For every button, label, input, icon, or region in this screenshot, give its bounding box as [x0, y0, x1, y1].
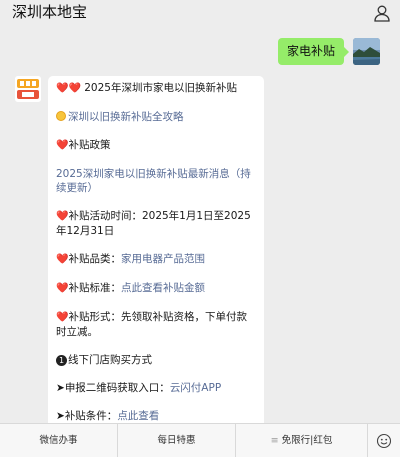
conditions-link[interactable]: 点此查看	[117, 410, 159, 422]
message-line: ❤️补贴标准：点此查看补贴金额	[56, 281, 256, 296]
latest-news-link[interactable]: 2025深圳家电以旧换新补贴最新消息（持续更新）	[56, 168, 251, 194]
menu-tab-no-restriction[interactable]: ≡ 免限行|红包	[236, 424, 368, 457]
heart-icon: ❤️	[56, 211, 69, 222]
user-message-bubble[interactable]: 家电补贴	[277, 38, 350, 65]
message-line: ➤补贴条件：点此查看	[56, 409, 256, 423]
arrow-icon: ➤	[56, 382, 65, 394]
heart-icon: ❤️❤️	[56, 83, 81, 94]
message-text: 申报二维码获取入口：	[64, 382, 170, 394]
message-line: 1 线下门店购买方式	[56, 353, 256, 367]
product-range-link[interactable]: 家用电器产品范围	[121, 253, 205, 265]
message-text: 线下门店购买方式	[68, 354, 152, 366]
message-line: ❤️补贴品类：家用电器产品范围	[56, 252, 256, 267]
heart-icon: ❤️	[56, 283, 69, 294]
message-line: ❤️❤️ 2025年深圳市家电以旧换新补贴	[56, 81, 256, 96]
user-message-text: 家电补贴	[286, 44, 335, 58]
user-message-row: 家电补贴	[277, 38, 380, 65]
message-line: ❤️补贴活动时间：2025年1月1日至2025年12月31日	[56, 209, 256, 238]
submenu-icon: ≡	[270, 435, 279, 446]
message-text: 补贴条件：	[64, 410, 118, 422]
message-text: 补贴品类：	[68, 253, 121, 265]
bottom-menu: 微信办事 每日特惠 ≡ 免限行|红包	[0, 423, 400, 457]
message-text: 补贴政策	[68, 139, 111, 151]
menu-tab-daily-deals[interactable]: 每日特惠	[118, 424, 236, 457]
message-line: ❤️补贴形式：先领取补贴资格，下单付款时立减。	[56, 310, 256, 339]
message-text: 补贴活动时间：2025年1月1日至2025年12月31日	[56, 210, 251, 237]
subsidy-amount-link[interactable]: 点此查看补贴金额	[121, 282, 205, 294]
menu-tab-label: 微信办事	[39, 435, 78, 446]
heart-icon: ❤️	[56, 254, 69, 265]
menu-tab-label: 每日特惠	[157, 435, 196, 446]
unionpay-app-link[interactable]: 云闪付APP	[170, 382, 221, 394]
message-line: 2025深圳家电以旧换新补贴最新消息（持续更新）	[56, 167, 256, 195]
message-line: 深圳以旧换新补贴全攻略	[56, 110, 256, 124]
heart-icon: ❤️	[56, 140, 69, 151]
number-badge: 1	[56, 355, 67, 366]
message-line: ➤申报二维码获取入口：云闪付APP	[56, 381, 256, 395]
menu-tab-label: 免限行|红包	[281, 435, 333, 446]
menu-tab-wechat-services[interactable]: 微信办事	[0, 424, 118, 457]
arrow-icon: ➤	[56, 410, 65, 422]
heart-icon: ❤️	[56, 312, 69, 323]
strategy-link[interactable]: 深圳以旧换新补贴全攻略	[68, 111, 184, 123]
user-avatar[interactable]	[353, 38, 380, 65]
message-line: ❤️补贴政策	[56, 138, 256, 153]
top-bar: 深圳本地宝	[0, 0, 400, 30]
orange-circle-icon	[56, 111, 66, 121]
emoji-icon[interactable]	[368, 424, 400, 457]
message-text: 2025年深圳市家电以旧换新补贴	[84, 82, 237, 94]
official-account-avatar[interactable]	[15, 76, 41, 102]
chat-title: 深圳本地宝	[12, 3, 88, 21]
message-text: 补贴标准：	[68, 282, 121, 294]
bot-message-bubble: ❤️❤️ 2025年深圳市家电以旧换新补贴 深圳以旧换新补贴全攻略 ❤️补贴政策…	[48, 76, 264, 436]
message-text: 补贴形式：先领取补贴资格，下单付款时立减。	[56, 311, 247, 338]
user-icon[interactable]	[372, 3, 392, 23]
